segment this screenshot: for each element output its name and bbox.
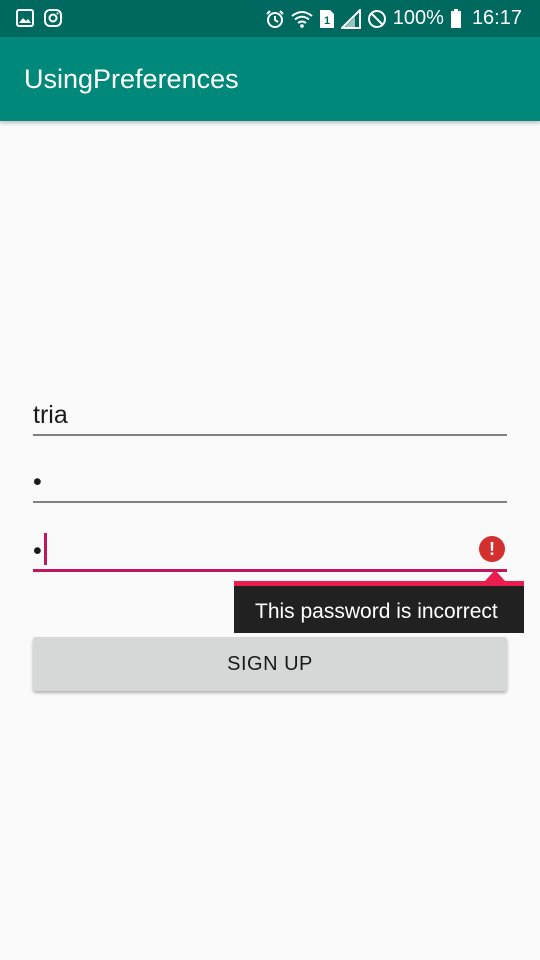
username-underline — [33, 434, 507, 436]
error-popup: This password is incorrect — [234, 581, 524, 633]
signup-button[interactable]: SIGN UP — [33, 637, 507, 691]
wifi-icon — [291, 9, 313, 29]
confirm-password-value: • — [33, 537, 42, 565]
confirm-password-field[interactable]: • ! — [33, 522, 507, 572]
error-message: This password is incorrect — [255, 600, 498, 623]
status-time: 16:17 — [471, 7, 522, 29]
status-bar: 1 100% 16:17 — [0, 0, 540, 37]
app-title: UsingPreferences — [24, 64, 239, 94]
error-icon: ! — [479, 536, 505, 562]
alarm-icon — [265, 9, 285, 29]
battery-percentage: 100% — [392, 7, 444, 29]
battery-icon — [450, 8, 462, 29]
password-value: • — [33, 468, 42, 496]
status-bar-right: 1 100% 16:17 — [265, 0, 522, 37]
text-cursor — [43, 533, 47, 565]
block-icon — [367, 9, 387, 29]
sim-slot-label: 1 — [324, 15, 330, 27]
sim-icon: 1 — [319, 9, 335, 29]
error-popup-arrow — [485, 570, 505, 581]
confirm-password-text: • — [33, 533, 47, 566]
username-field[interactable]: tria — [33, 386, 507, 436]
status-bar-left — [16, 9, 62, 27]
app-bar: UsingPreferences — [0, 37, 540, 121]
gallery-icon — [16, 9, 34, 27]
password-field[interactable]: • — [33, 453, 507, 503]
username-value: tria — [33, 401, 68, 429]
instagram-icon — [44, 9, 62, 27]
confirm-password-underline — [33, 569, 507, 572]
password-underline — [33, 501, 507, 503]
signal-icon — [340, 8, 361, 29]
signup-button-label: SIGN UP — [227, 652, 313, 675]
